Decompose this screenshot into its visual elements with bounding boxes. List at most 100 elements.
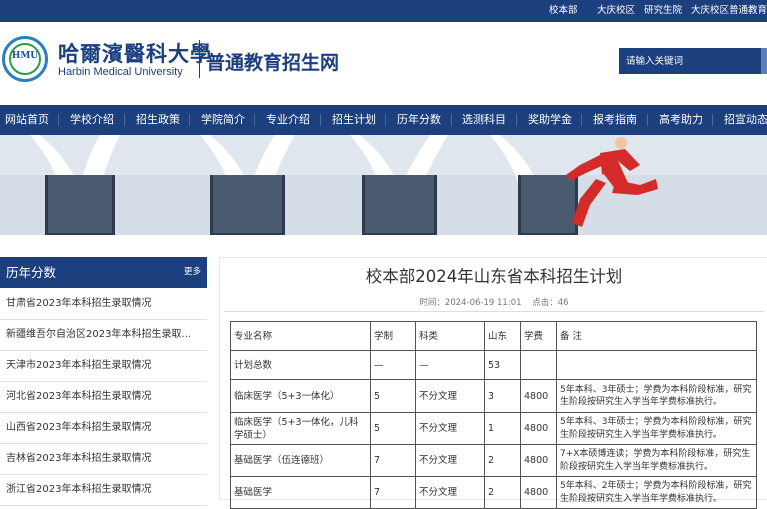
table-cell: 7 [370, 476, 416, 509]
table-header-cell: 学费 [520, 321, 557, 351]
topbar-link-daqing[interactable]: 大庆校区 [597, 0, 635, 22]
site-title: 普通教育招生网 [206, 52, 340, 74]
table-cell: 基础医学（伍连德班） [230, 444, 371, 477]
table-header-cell: 科类 [415, 321, 485, 351]
nav-separator [712, 114, 713, 126]
nav-separator [189, 114, 190, 126]
table-cell: 临床医学（5+3一体化） [230, 379, 371, 413]
university-logo[interactable]: HMU [2, 36, 48, 82]
nav-elective-subjects[interactable]: 选测科目 [462, 105, 506, 135]
nav-news[interactable]: 招宣动态 [724, 105, 767, 135]
nav-separator [58, 114, 59, 126]
sidebar-link[interactable]: 山西省2023年本科招生录取情况 [6, 413, 202, 443]
table-cell [520, 350, 557, 380]
table-row: 临床医学（5+3一体化，儿科学硕士） 5 不分文理 1 4800 5年本科、3年… [230, 412, 757, 445]
table-cell: 基础医学 [230, 476, 371, 509]
nav-separator [647, 114, 648, 126]
header-divider [199, 40, 200, 78]
nav-separator [516, 114, 517, 126]
table-cell: 2 [484, 476, 521, 509]
sidebar-link[interactable]: 甘肃省2023年本科招生录取情况 [6, 289, 202, 319]
table-cell: 不分文理 [415, 412, 485, 445]
table-cell: 5 [370, 379, 416, 413]
sidebar-more-link[interactable]: 更多 [184, 257, 201, 288]
list-item: 河北省2023年本科招生录取情况 [0, 382, 207, 413]
table-cell: 5年本科、2年硕士；学费为本科阶段标准，研究生阶段按研究生入学当年学费标准执行。 [556, 476, 757, 509]
table-cell: 7+X本硕博连读；学费为本科阶段标准，研究生阶段按研究生入学当年学费标准执行。 [556, 444, 757, 477]
sidebar-past-scores: 历年分数 更多 甘肃省2023年本科招生录取情况 新疆维吾尔自治区2023年本科… [0, 257, 207, 506]
nav-application-guide[interactable]: 报考指南 [593, 105, 637, 135]
table-cell: 计划总数 [230, 350, 371, 380]
banner-image [0, 135, 767, 235]
table-cell: 4800 [520, 412, 557, 445]
nav-major-intro[interactable]: 专业介绍 [266, 105, 310, 135]
search-input[interactable] [619, 48, 759, 74]
article-time: 时间：2024-06-19 11:01 [419, 298, 522, 308]
meta-divider [224, 311, 764, 312]
table-header-row: 专业名称 学制 科类 山东 学费 备 注 [230, 321, 757, 351]
table-cell: 4800 [520, 379, 557, 413]
nav-admission-policy[interactable]: 招生政策 [136, 105, 180, 135]
table-row: 计划总数 — — 53 [230, 350, 757, 380]
sidebar-link[interactable]: 吉林省2023年本科招生录取情况 [6, 444, 202, 474]
table-row: 基础医学 7 不分文理 2 4800 5年本科、2年硕士；学费为本科阶段标准，研… [230, 476, 757, 509]
nav-exam-support[interactable]: 高考助力 [659, 105, 703, 135]
search-box [619, 48, 767, 74]
nav-separator [254, 114, 255, 126]
list-item: 浙江省2023年本科招生录取情况 [0, 475, 207, 506]
nav-scholarships[interactable]: 奖助学金 [528, 105, 572, 135]
list-item: 新疆维吾尔自治区2023年本科招生录取... [0, 320, 207, 351]
table-row: 基础医学（伍连德班） 7 不分文理 2 4800 7+X本硕博连读；学费为本科阶… [230, 444, 757, 477]
table-cell: 53 [484, 350, 521, 380]
article-meta: 时间：2024-06-19 11:01 点击：46 [220, 296, 767, 308]
nav-school-intro[interactable]: 学校介绍 [70, 105, 114, 135]
table-cell: 5年本科、3年硕士；学费为本科阶段标准，研究生阶段按研究生入学当年学费标准执行。 [556, 412, 757, 445]
list-item: 山西省2023年本科招生录取情况 [0, 413, 207, 444]
topbar-link-main-campus[interactable]: 校本部 [549, 0, 578, 22]
table-header-cell: 专业名称 [230, 321, 371, 351]
topbar-link-daqing-general[interactable]: 大庆校区普通教育 [691, 0, 767, 22]
list-item: 甘肃省2023年本科招生录取情况 [0, 289, 207, 320]
article-title: 校本部2024年山东省本科招生计划 [365, 267, 623, 286]
sidebar-link[interactable]: 天津市2023年本科招生录取情况 [6, 351, 202, 381]
sidebar-link[interactable]: 新疆维吾尔自治区2023年本科招生录取... [6, 320, 202, 350]
sidebar-link[interactable]: 浙江省2023年本科招生录取情况 [6, 475, 202, 505]
university-name-cn: 哈爾濱醫科大學 [58, 41, 212, 66]
table-cell: 3 [484, 379, 521, 413]
sidebar-header: 历年分数 更多 [0, 257, 207, 288]
table-cell: — [370, 350, 416, 380]
nav-separator [124, 114, 125, 126]
main-nav: 网站首页 学校介绍 招生政策 学院简介 专业介绍 招生计划 历年分数 选测科目 … [0, 105, 767, 135]
table-cell: 4800 [520, 444, 557, 477]
nav-home[interactable]: 网站首页 [5, 105, 49, 135]
sidebar-link[interactable]: 河北省2023年本科招生录取情况 [6, 382, 202, 412]
table-cell: 2 [484, 444, 521, 477]
university-name-en: Harbin Medical University [58, 66, 183, 78]
nav-college-intro[interactable]: 学院简介 [201, 105, 245, 135]
logo-text: HMU [11, 51, 39, 61]
banner-illustration [0, 135, 767, 235]
table-cell: 5 [370, 412, 416, 445]
table-header-cell: 备 注 [556, 321, 757, 351]
table-cell: 不分文理 [415, 444, 485, 477]
top-utility-bar: 校本部 大庆校区 研究生院 大庆校区普通教育 [0, 0, 767, 22]
table-header-cell: 山东 [484, 321, 521, 351]
topbar-link-graduate[interactable]: 研究生院 [644, 0, 682, 22]
table-header-cell: 学制 [370, 321, 416, 351]
table-cell: 5年本科、3年硕士；学费为本科阶段标准，研究生阶段按研究生入学当年学费标准执行。 [556, 379, 757, 413]
nav-separator [320, 114, 321, 126]
table-row: 临床医学（5+3一体化） 5 不分文理 3 4800 5年本科、3年硕士；学费为… [230, 379, 757, 413]
table-cell: 7 [370, 444, 416, 477]
article-panel: 校本部2024年山东省本科招生计划 时间：2024-06-19 11:01 点击… [219, 257, 767, 509]
sidebar-title: 历年分数 [6, 265, 57, 280]
table-cell: 不分文理 [415, 476, 485, 509]
list-item: 吉林省2023年本科招生录取情况 [0, 444, 207, 475]
table-cell: 不分文理 [415, 379, 485, 413]
enrollment-plan-table: 专业名称 学制 科类 山东 学费 备 注 计划总数 — — 53 临床医学（5+… [230, 321, 757, 509]
table-cell [556, 350, 757, 380]
table-cell: — [415, 350, 485, 380]
nav-separator [581, 114, 582, 126]
nav-past-scores[interactable]: 历年分数 [397, 105, 441, 135]
search-button[interactable] [761, 48, 767, 74]
nav-enrollment-plan[interactable]: 招生计划 [332, 105, 376, 135]
